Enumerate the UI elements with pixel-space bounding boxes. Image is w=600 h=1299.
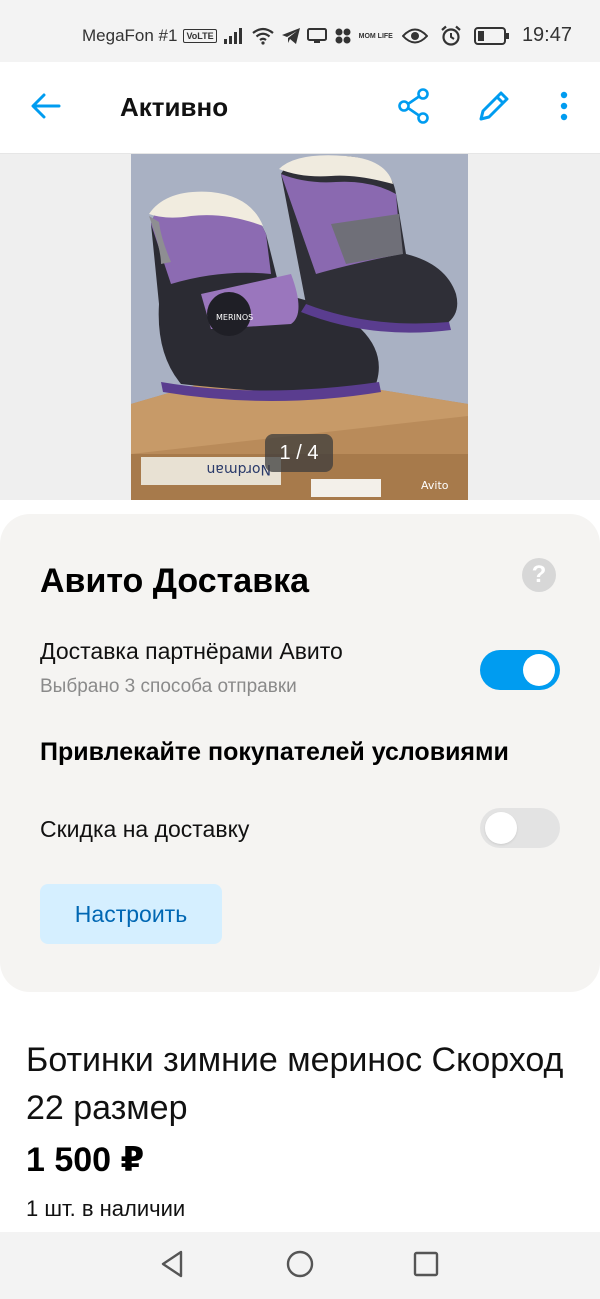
screen-icon (306, 27, 327, 45)
battery-icon (473, 26, 510, 46)
listing-stock: 1 шт. в наличии (26, 1196, 186, 1221)
partners-delivery-toggle[interactable] (480, 650, 560, 690)
configure-button[interactable]: Настроить (40, 884, 222, 944)
listing-title: Ботинки зимние меринос Скорход 22 размер (26, 1041, 564, 1127)
clock: 19:47 (521, 24, 572, 46)
photo-counter: 1 / 4 (265, 434, 333, 472)
momlife-icon: MOM LIFE (358, 32, 393, 40)
volte-icon: VoLTE (183, 29, 217, 43)
nav-back-button[interactable] (154, 1248, 190, 1284)
wifi-icon (251, 27, 275, 45)
delivery-discount-label: Скидка на доставку (40, 816, 250, 842)
paw-icon (333, 27, 353, 45)
more-button[interactable] (542, 86, 586, 130)
status-left: MegaFon #1 VoLTE MOM LIFE (82, 26, 393, 46)
delivery-card: Авито Доставка ? Доставка партнёрами Ави… (0, 514, 600, 992)
pencil-icon (476, 88, 512, 129)
eye-icon (401, 27, 428, 45)
delivery-discount-toggle[interactable] (480, 808, 560, 848)
attract-buyers-heading: Привлекайте покупателей условиями (40, 738, 509, 766)
back-button[interactable] (24, 86, 68, 130)
avito-watermark: Avito (421, 479, 449, 492)
arrow-left-icon (31, 93, 61, 124)
partners-delivery-subtitle: Выбрано 3 способа отправки (40, 676, 297, 697)
share-button[interactable] (392, 86, 436, 130)
status-bar: MegaFon #1 VoLTE MOM LIFE 19:47 (0, 0, 600, 62)
listing-price: 1 500 ₽ (26, 1141, 145, 1179)
photo-gallery[interactable]: Nordman Avito MERINOS 1 / 4 (0, 154, 600, 500)
help-icon[interactable]: ? (522, 558, 556, 592)
system-nav-bar (0, 1232, 600, 1299)
circle-home-icon (285, 1249, 315, 1284)
app-bar: Активно (0, 62, 600, 154)
nav-home-button[interactable] (282, 1248, 318, 1284)
merinos-logo-text: MERINOS (216, 313, 253, 322)
page-title: Активно (120, 92, 229, 122)
triangle-back-icon (159, 1249, 185, 1284)
carrier-label: MegaFon #1 (82, 26, 178, 45)
alarm-icon (440, 25, 462, 47)
telegram-icon (281, 27, 301, 45)
square-recents-icon (412, 1250, 440, 1283)
box-brand-text: Nordman (206, 461, 271, 477)
nav-recents-button[interactable] (408, 1248, 444, 1284)
more-vertical-icon (559, 91, 569, 126)
delivery-title: Авито Доставка (40, 562, 310, 600)
toggle-knob (485, 812, 517, 844)
signal-icon (223, 27, 245, 45)
toggle-knob (523, 654, 555, 686)
status-right: 19:47 (401, 24, 572, 47)
share-icon (397, 87, 431, 129)
edit-button[interactable] (472, 86, 516, 130)
partners-delivery-label: Доставка партнёрами Авито (40, 638, 343, 664)
